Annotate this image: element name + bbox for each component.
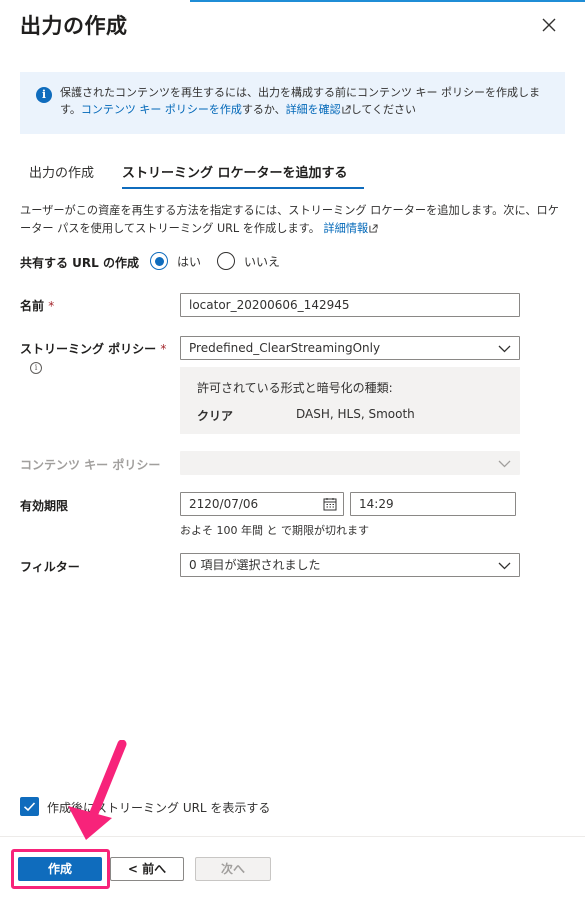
- next-button: 次へ: [195, 857, 271, 881]
- content-key-policy-dropdown: [180, 451, 520, 475]
- description-text: ユーザーがこの資産を再生する方法を指定するには、ストリーミング ロケーターを追加…: [20, 204, 559, 235]
- expiry-date-input[interactable]: 2120/07/06: [180, 492, 344, 516]
- previous-button[interactable]: < 前へ: [110, 857, 184, 881]
- active-tab-indicator: [122, 187, 364, 189]
- content-key-policy-label: コンテンツ キー ポリシー: [20, 458, 161, 472]
- create-content-key-policy-link[interactable]: コンテンツ キー ポリシーを作成: [81, 103, 242, 116]
- policy-box-key: クリア: [197, 409, 234, 423]
- radio-yes[interactable]: [150, 252, 168, 270]
- radio-dot: [154, 256, 164, 266]
- show-url-checkbox[interactable]: [20, 797, 39, 816]
- name-input[interactable]: locator_20200606_142945: [180, 293, 520, 317]
- filter-dropdown[interactable]: 0 項目が選択されました: [180, 553, 520, 577]
- learn-more-link-label: 詳細を確認: [285, 103, 341, 116]
- filter-label: フィルター: [20, 560, 80, 574]
- chevron-down-icon: [498, 562, 511, 570]
- info-icon: i: [36, 87, 52, 103]
- policy-box-value: DASH, HLS, Smooth: [296, 407, 415, 421]
- page-title: 出力の作成: [20, 14, 128, 38]
- policy-box-heading: 許可されている形式と暗号化の種類:: [197, 381, 393, 395]
- name-label: 名前 *: [20, 297, 54, 314]
- filter-value: 0 項目が選択されました: [189, 558, 321, 572]
- external-link-icon: [342, 105, 351, 114]
- radio-no[interactable]: [217, 252, 236, 270]
- streaming-policy-value: Predefined_ClearStreamingOnly: [189, 341, 381, 355]
- learn-more-link[interactable]: 詳細を確認: [286, 103, 351, 116]
- info-banner: i 保護されたコンテンツを再生するには、出力を構成する前にコンテンツ キー ポリ…: [20, 72, 565, 134]
- chevron-down-icon: [498, 460, 511, 468]
- shared-url-radio-group: はい いいえ: [150, 250, 296, 272]
- info-icon[interactable]: i: [30, 362, 42, 374]
- info-text-2: するか、: [241, 103, 286, 116]
- checkmark-icon: [23, 802, 36, 812]
- streaming-policy-label: ストリーミング ポリシー *: [20, 340, 166, 357]
- expiry-date-value: 2120/07/06: [189, 497, 259, 511]
- close-icon[interactable]: [538, 14, 560, 36]
- expiry-time-input[interactable]: 14:29: [350, 492, 516, 516]
- required-mark: *: [160, 342, 167, 356]
- footer-divider: [0, 836, 585, 837]
- shared-url-label: 共有する URL の作成: [20, 256, 139, 270]
- radio-no-label: いいえ: [244, 254, 281, 269]
- expiry-label: 有効期限: [20, 499, 69, 513]
- show-url-checkbox-label: 作成後にストリーミング URL を表示する: [47, 801, 271, 815]
- top-accent-line: [190, 0, 585, 2]
- calendar-icon[interactable]: [323, 497, 337, 511]
- streaming-policy-label-text: ストリーミング ポリシー: [20, 342, 157, 356]
- streaming-policy-dropdown[interactable]: Predefined_ClearStreamingOnly: [180, 336, 520, 360]
- tab-add-streaming-locator[interactable]: ストリーミング ロケーターを追加する: [122, 162, 348, 181]
- external-link-icon: [369, 224, 378, 233]
- chevron-down-icon: [498, 345, 511, 353]
- more-info-link-label: 詳細情報: [323, 222, 369, 235]
- arrow-annotation: [68, 740, 127, 840]
- name-label-text: 名前: [20, 299, 45, 313]
- description: ユーザーがこの資産を再生する方法を指定するには、ストリーミング ロケーターを追加…: [20, 202, 565, 238]
- more-info-link[interactable]: 詳細情報: [323, 222, 378, 235]
- radio-yes-label: はい: [177, 254, 202, 269]
- policy-details-box: 許可されている形式と暗号化の種類: クリア DASH, HLS, Smooth: [180, 367, 520, 434]
- expiry-hint: およそ 100 年間 と で期限が切れます: [180, 524, 369, 537]
- tab-create-output[interactable]: 出力の作成: [29, 162, 94, 181]
- tab-bar: 出力の作成 ストリーミング ロケーターを追加する: [20, 158, 565, 189]
- info-text-3: してください: [350, 103, 417, 116]
- required-mark: *: [48, 299, 55, 313]
- highlight-box: [11, 849, 110, 889]
